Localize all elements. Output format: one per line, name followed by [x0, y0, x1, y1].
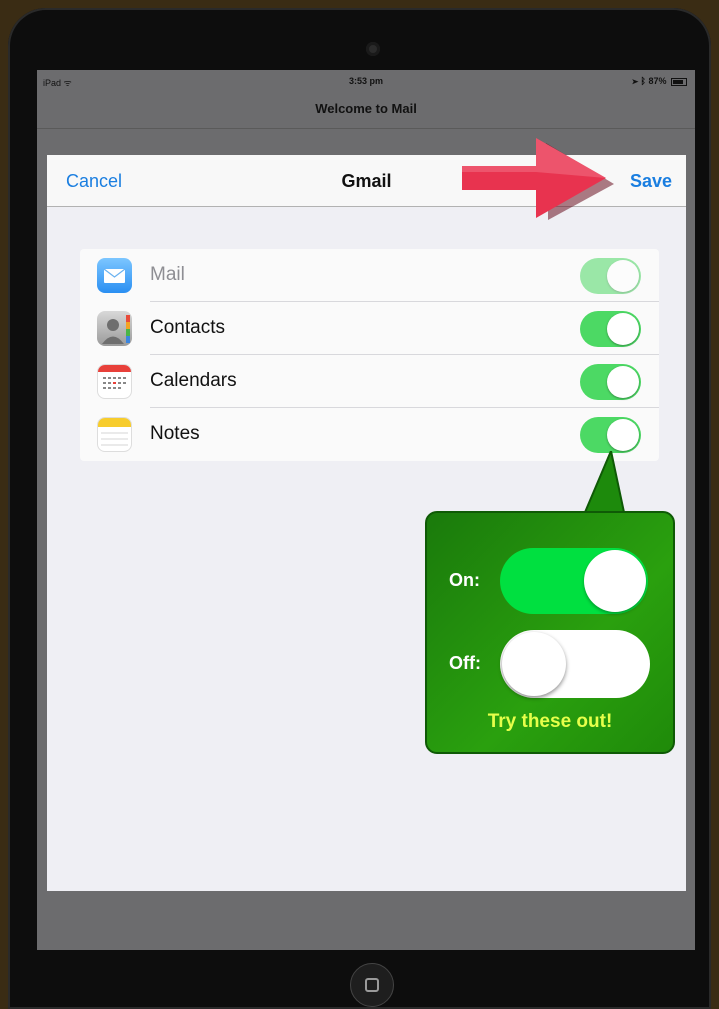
toggle-knob [584, 550, 646, 612]
toggle-knob [607, 419, 639, 451]
battery-percent: 87% [648, 76, 667, 86]
toggle-knob [607, 260, 639, 292]
toggle-knob [607, 313, 639, 345]
toggle-knob [607, 366, 639, 398]
setting-row-mail: Mail [80, 249, 659, 302]
setting-row-contacts: Contacts [80, 302, 659, 355]
battery-icon [671, 77, 687, 86]
toggle-knob [502, 632, 566, 696]
arrow-annotation-icon [462, 138, 614, 220]
home-square-icon [365, 978, 379, 992]
on-label: On: [449, 570, 480, 590]
off-label: Off: [449, 653, 481, 673]
home-button[interactable] [350, 963, 394, 1007]
setting-label: Contacts [150, 317, 225, 338]
setting-row-notes: Notes [80, 408, 659, 461]
location-icon: ➤ [632, 76, 639, 86]
notes-toggle[interactable] [580, 417, 641, 453]
camera-icon [366, 42, 380, 56]
calendars-toggle[interactable] [580, 364, 641, 400]
contacts-toggle[interactable] [580, 311, 641, 347]
callout-caption: Try these out! [487, 711, 613, 732]
setting-label: Notes [150, 423, 200, 444]
toggle-help-callout: On: Off: Try these out! [425, 511, 675, 754]
status-bar: iPad ᯤ 3:53 pm ➤ ᛒ 87% [37, 70, 695, 94]
status-time: 3:53 pm [348, 76, 383, 86]
save-button[interactable]: Save [630, 171, 672, 192]
setting-label: Mail [150, 264, 185, 285]
contacts-icon [97, 311, 132, 346]
background-title: Welcome to Mail [315, 101, 417, 116]
demo-toggle-on[interactable] [500, 548, 648, 614]
status-right: ➤ ᛒ 87% [633, 76, 687, 86]
bluetooth-icon: ᛒ [640, 76, 646, 86]
mail-toggle[interactable] [580, 258, 641, 294]
divider [37, 128, 695, 129]
calendar-icon [97, 364, 132, 399]
setting-row-calendars: Calendars [80, 355, 659, 408]
mail-icon [97, 258, 132, 293]
demo-toggle-off[interactable] [500, 630, 650, 698]
notes-icon [97, 417, 132, 452]
callout-pointer [581, 451, 627, 517]
sync-settings-list: Mail Contacts Calendars Notes [80, 249, 659, 461]
setting-label: Calendars [150, 370, 237, 391]
